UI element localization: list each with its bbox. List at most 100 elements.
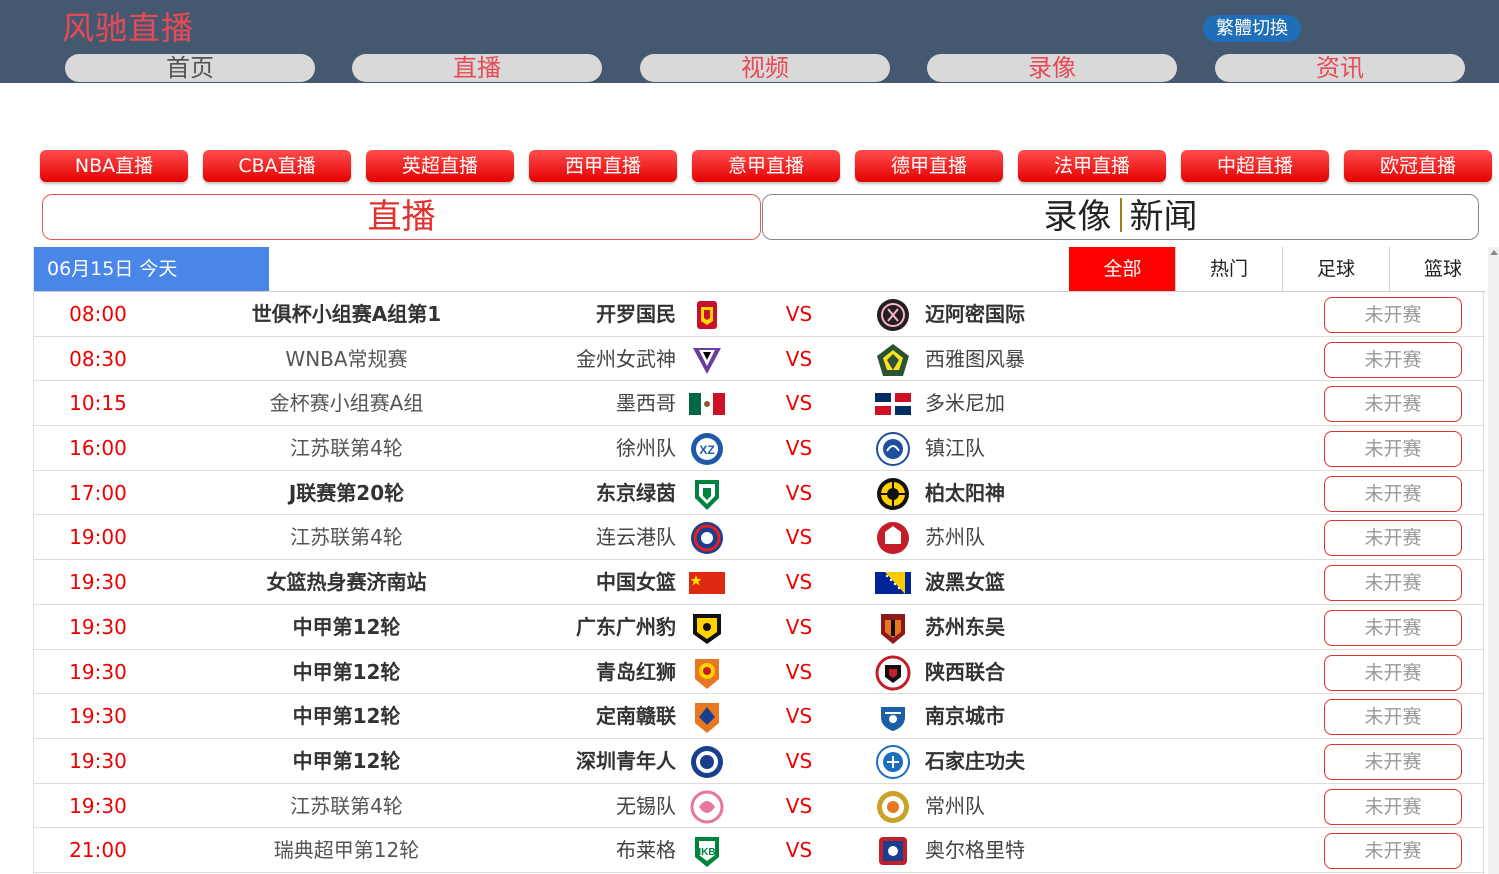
changzhou-crest-icon: [875, 789, 911, 825]
home-team-name: 东京绿茵: [596, 480, 676, 505]
vs-label: VS: [785, 391, 813, 416]
match-league: 中甲第12轮: [292, 659, 401, 684]
league-button-bundesliga[interactable]: 德甲直播: [855, 150, 1003, 182]
kashiwa-reysol-crest-icon: [875, 476, 911, 512]
match-status-button[interactable]: 未开赛: [1324, 609, 1462, 646]
vs-label: VS: [785, 748, 813, 773]
match-row[interactable]: 19:30 中甲第12轮 深圳青年人 VS 石家庄功夫 未开赛: [34, 739, 1485, 784]
match-row[interactable]: 08:00 世俱杯小组赛A组第1 开罗国民 VS 迈阿密国际 未开赛: [34, 292, 1485, 337]
match-league: 中甲第12轮: [292, 748, 401, 773]
match-time: 19:00: [69, 525, 127, 550]
filter-tab-football[interactable]: 足球: [1282, 247, 1389, 291]
nav-item-replay[interactable]: 录像: [927, 54, 1177, 82]
match-row[interactable]: 16:00 江苏联第4轮 徐州队 XZ VS 镇江队 未开赛: [34, 426, 1485, 471]
match-status-button[interactable]: 未开赛: [1324, 520, 1462, 557]
vs-label: VS: [785, 525, 813, 550]
league-button-nba[interactable]: NBA直播: [40, 150, 188, 182]
match-row[interactable]: 19:30 女篮热身赛济南站 中国女篮 VS 波黑女篮 未开赛: [34, 560, 1485, 605]
nav-item-video[interactable]: 视频: [640, 54, 890, 82]
storm-logo-icon: [875, 342, 911, 378]
league-button-epl[interactable]: 英超直播: [366, 150, 514, 182]
scrollbar[interactable]: [1488, 247, 1499, 874]
tab-record-news: 录像 新闻: [762, 194, 1479, 240]
away-team-name: 奥尔格里特: [925, 838, 1025, 863]
match-status-button[interactable]: 未开赛: [1324, 297, 1462, 333]
xuzhou-crest-icon: XZ: [689, 431, 725, 467]
match-row[interactable]: 19:30 中甲第12轮 青岛红狮 VS 陕西联合 未开赛: [34, 650, 1485, 695]
zhenjiang-crest-icon: [875, 431, 911, 467]
match-status-button[interactable]: 未开赛: [1324, 431, 1462, 468]
nanjing-city-crest-icon: [875, 699, 911, 735]
match-time: 19:30: [69, 748, 127, 773]
brage-crest-icon: IKB: [689, 833, 725, 869]
guangzhou-leopards-crest-icon: [689, 610, 725, 646]
match-status-button[interactable]: 未开赛: [1324, 386, 1462, 423]
shaanxi-union-crest-icon: [875, 655, 911, 691]
match-status-button[interactable]: 未开赛: [1324, 565, 1462, 602]
match-row[interactable]: 10:15 金杯赛小组赛A组 墨西哥 VS 多米尼加 未开赛: [34, 381, 1485, 427]
league-button-ucl[interactable]: 欧冠直播: [1344, 150, 1492, 182]
traditional-chinese-toggle-button[interactable]: 繁體切換: [1203, 15, 1301, 42]
vs-label: VS: [785, 346, 813, 371]
scroll-up-arrow-icon[interactable]: [1490, 250, 1498, 255]
match-time: 17:00: [69, 480, 127, 505]
match-status-button[interactable]: 未开赛: [1324, 699, 1462, 736]
home-team-name: 青岛红狮: [596, 659, 676, 684]
home-team-name: 徐州队: [616, 436, 676, 461]
inter-miami-crest-icon: [875, 297, 911, 333]
match-row[interactable]: 19:30 中甲第12轮 定南赣联 VS 南京城市 未开赛: [34, 694, 1485, 739]
match-time: 19:30: [69, 614, 127, 639]
home-team-name: 深圳青年人: [576, 748, 676, 773]
tab-record[interactable]: 录像: [1044, 197, 1112, 237]
match-status-button[interactable]: 未开赛: [1324, 475, 1462, 512]
tab-news[interactable]: 新闻: [1130, 197, 1198, 237]
away-team-name: 镇江队: [925, 436, 985, 461]
match-status-button[interactable]: 未开赛: [1324, 341, 1462, 378]
filter-tab-all[interactable]: 全部: [1069, 247, 1176, 291]
league-buttons: NBA直播 CBA直播 英超直播 西甲直播 意甲直播 德甲直播 法甲直播 中超直…: [0, 150, 1499, 182]
match-status-button[interactable]: 未开赛: [1324, 788, 1462, 825]
nav-item-live[interactable]: 直播: [352, 54, 602, 82]
nav-item-home[interactable]: 首页: [65, 54, 315, 82]
match-status-button[interactable]: 未开赛: [1324, 654, 1462, 691]
nav-item-news[interactable]: 资讯: [1215, 54, 1465, 82]
dingnan-crest-icon: [689, 699, 725, 735]
away-team-name: 多米尼加: [925, 391, 1005, 416]
valkyries-logo-icon: [689, 342, 725, 378]
site-header: 风驰直播 繁體切換 首页 直播 视频 录像 资讯: [0, 0, 1499, 83]
home-team-name: 无锡队: [616, 793, 676, 818]
match-league: 瑞典超甲第12轮: [273, 838, 420, 863]
match-time: 08:00: [69, 302, 127, 326]
league-button-csl[interactable]: 中超直播: [1181, 150, 1329, 182]
vs-label: VS: [785, 570, 813, 595]
away-team-name: 石家庄功夫: [925, 748, 1025, 773]
home-team-name: 墨西哥: [616, 391, 676, 416]
svg-text:IKB: IKB: [698, 847, 715, 858]
main-nav: 首页 直播 视频 录像 资讯: [0, 54, 1499, 82]
tab-live[interactable]: 直播: [42, 194, 761, 240]
league-button-laliga[interactable]: 西甲直播: [529, 150, 677, 182]
dominican-flag-icon: [875, 386, 911, 422]
vs-label: VS: [785, 659, 813, 684]
filter-tab-basketball[interactable]: 篮球: [1389, 247, 1496, 291]
away-team-name: 苏州东吴: [925, 614, 1005, 639]
match-league: 江苏联第4轮: [290, 793, 403, 818]
match-row[interactable]: 19:30 江苏联第4轮 无锡队 VS 常州队 未开赛: [34, 784, 1485, 829]
match-row[interactable]: 19:00 江苏联第4轮 连云港队 VS 苏州队 未开赛: [34, 515, 1485, 561]
match-row[interactable]: 21:00 瑞典超甲第12轮 布莱格 IKB VS 奥尔格里特 未开赛: [34, 828, 1485, 873]
match-row[interactable]: 08:30 WNBA常规赛 金州女武神 VS 西雅图风暴 未开赛: [34, 337, 1485, 382]
league-button-cba[interactable]: CBA直播: [203, 150, 351, 182]
match-time: 21:00: [69, 838, 127, 863]
home-team-name: 定南赣联: [596, 704, 676, 729]
match-league: 中甲第12轮: [292, 614, 401, 639]
league-button-seriea[interactable]: 意甲直播: [692, 150, 840, 182]
svg-text:XZ: XZ: [699, 443, 714, 457]
away-team-name: 陕西联合: [925, 659, 1005, 684]
filter-tab-hot[interactable]: 热门: [1175, 247, 1282, 291]
match-status-button[interactable]: 未开赛: [1324, 833, 1462, 870]
league-button-ligue1[interactable]: 法甲直播: [1018, 150, 1166, 182]
match-row[interactable]: 19:30 中甲第12轮 广东广州豹 VS 苏州东吴 未开赛: [34, 605, 1485, 650]
site-logo[interactable]: 风驰直播: [62, 8, 194, 48]
match-status-button[interactable]: 未开赛: [1324, 743, 1462, 780]
match-row[interactable]: 17:00 J联赛第20轮 东京绿茵 VS 柏太阳神 未开赛: [34, 471, 1485, 516]
